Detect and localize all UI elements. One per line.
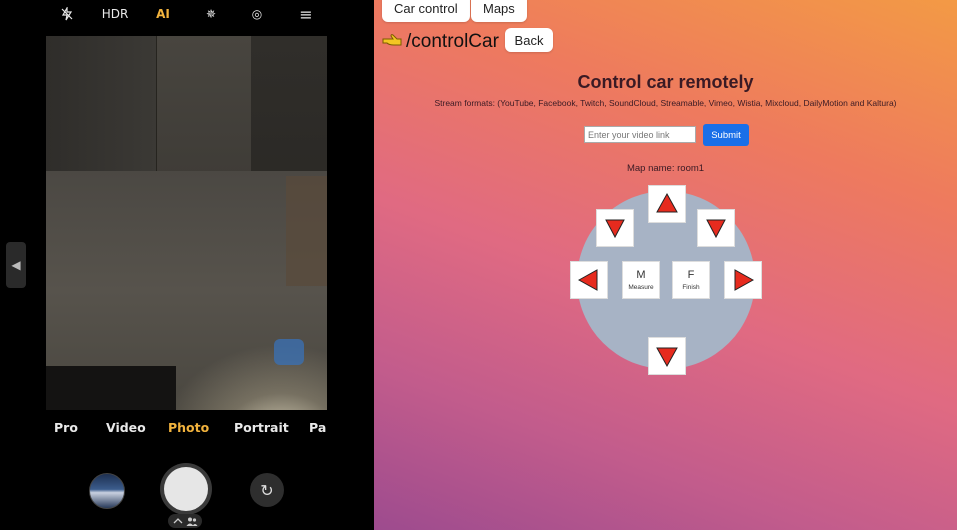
flip-camera-icon[interactable]: ↻ [250, 473, 284, 507]
tab-maps[interactable]: Maps [471, 0, 527, 22]
finish-button[interactable]: F Finish [672, 261, 710, 299]
arrow-up-icon [656, 192, 678, 213]
route-path: /controlCar [406, 31, 499, 52]
measure-button[interactable]: M Measure [622, 261, 660, 299]
pointing-hand-icon [382, 32, 402, 53]
route-heading: /controlCar [382, 30, 499, 54]
people-icon [186, 517, 197, 526]
filter-icon[interactable]: ✵ [201, 5, 221, 23]
arrow-down-icon [656, 347, 678, 368]
measure-letter: M [636, 268, 646, 281]
viewfinder-robot-car [274, 339, 304, 365]
finish-caption: Finish [682, 283, 700, 291]
shutter-button[interactable] [160, 463, 212, 515]
mode-pro[interactable]: Pro [54, 420, 78, 435]
camera-mode-selector: Pro Video Photo Portrait Pa [0, 420, 374, 442]
arrow-down-icon [706, 219, 726, 239]
arrow-left-icon [577, 269, 598, 291]
arrow-right-icon [734, 269, 755, 291]
ai-toggle[interactable]: AI [151, 5, 175, 23]
lens-icon[interactable]: ◎ [247, 5, 267, 23]
viewfinder-door [156, 36, 252, 176]
finish-letter: F [687, 268, 695, 281]
screen: HDR AI ✵ ◎ ≡ ◀ Pro Video Photo Portrait … [0, 0, 957, 530]
right-button[interactable] [724, 261, 762, 299]
side-panel-handle[interactable]: ◀ [6, 242, 26, 288]
forward-right-button[interactable] [697, 209, 735, 247]
arrow-down-icon [605, 219, 625, 239]
chevron-up-icon [173, 518, 182, 524]
flash-off-icon[interactable] [57, 5, 77, 23]
camera-app: HDR AI ✵ ◎ ≡ ◀ Pro Video Photo Portrait … [0, 0, 374, 530]
mode-photo[interactable]: Photo [168, 420, 209, 435]
viewfinder-shadow [46, 366, 176, 410]
people-mode-icon[interactable] [168, 514, 202, 528]
back-button[interactable]: Back [505, 28, 553, 52]
forward-left-button[interactable] [596, 209, 634, 247]
measure-caption: Measure [628, 283, 654, 291]
mode-video[interactable]: Video [106, 420, 146, 435]
gallery-thumbnail[interactable] [89, 473, 125, 509]
backward-button[interactable] [648, 337, 686, 375]
stream-formats-text: Stream formats: (YouTube, Facebook, Twit… [434, 98, 897, 108]
left-button[interactable] [570, 261, 608, 299]
submit-button[interactable]: Submit [703, 124, 749, 146]
tab-car-control[interactable]: Car control [382, 0, 470, 22]
forward-button[interactable] [648, 185, 686, 223]
mode-pano[interactable]: Pa [309, 420, 326, 435]
control-car-web-app: Car control Maps /controlCar Back Contro… [374, 0, 957, 530]
hdr-toggle[interactable]: HDR [100, 5, 130, 23]
shutter-button-inner [164, 467, 208, 511]
mode-portrait[interactable]: Portrait [234, 420, 289, 435]
page-title: Control car remotely [577, 72, 754, 92]
map-name-label: Map name: room1 [626, 163, 705, 174]
viewfinder-box [286, 176, 327, 286]
menu-icon[interactable]: ≡ [296, 5, 316, 24]
video-link-input[interactable] [584, 126, 696, 143]
camera-top-bar: HDR AI ✵ ◎ ≡ [0, 0, 374, 28]
camera-viewfinder[interactable] [46, 36, 327, 410]
